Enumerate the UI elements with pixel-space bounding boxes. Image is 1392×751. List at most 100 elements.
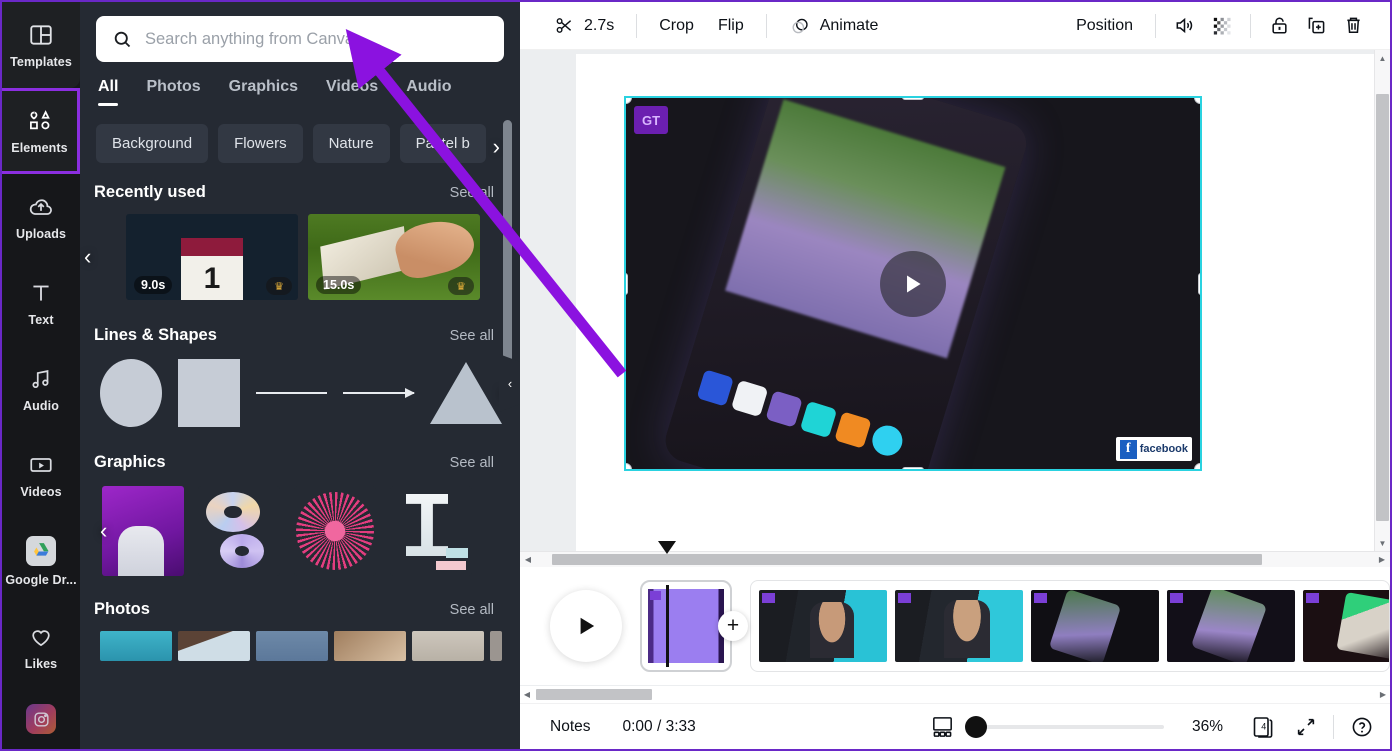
timeline-clip[interactable] [1031,590,1159,662]
sidebar-item-videos[interactable]: Videos [2,432,80,518]
timeline-scroll-thumb[interactable] [536,689,652,700]
tab-videos[interactable]: Videos [326,78,378,106]
graphic-item[interactable] [102,486,184,576]
resize-handle-left[interactable] [626,272,628,295]
clip-playhead [666,585,669,667]
canvas-horizontal-scrollbar[interactable]: ◀ ▶ [520,551,1390,567]
tab-graphics[interactable]: Graphics [229,78,298,106]
chip-pastel[interactable]: Pastel b [399,124,486,163]
see-all-link[interactable]: See all [450,185,494,201]
crop-button[interactable]: Crop [647,11,706,41]
shape-triangle[interactable] [430,362,502,424]
timeline-clip[interactable] [1167,590,1295,662]
trim-button[interactable]: 2.7s [542,9,626,42]
chip-flowers[interactable]: Flowers [218,124,303,163]
see-all-link[interactable]: See all [450,455,494,471]
resize-handle-bottom-left[interactable] [626,463,632,469]
resize-handle-top[interactable] [902,98,924,100]
scroll-right-icon[interactable]: ▶ [1374,552,1390,567]
scroll-left-icon[interactable]: ◀ [520,552,536,567]
add-page-button[interactable]: + [718,611,748,641]
shape-circle[interactable] [100,359,162,427]
timeline-play-button[interactable] [550,590,622,662]
timeline-clip[interactable] [895,590,1023,662]
photo-item[interactable] [334,631,407,661]
resize-handle-bottom[interactable] [902,467,924,469]
scroll-right-icon[interactable]: ▶ [1376,686,1390,703]
scroll-down-icon[interactable]: ▼ [1375,535,1390,551]
shape-square[interactable] [177,359,240,427]
timeline-horizontal-scrollbar[interactable]: ◀ ▶ [520,685,1390,703]
timeline-clip[interactable] [759,590,887,662]
resize-handle-right[interactable] [1198,272,1200,295]
resize-handle-top-left[interactable] [626,98,632,104]
sidebar-item-text[interactable]: Text [2,260,80,346]
volume-button[interactable] [1166,7,1203,44]
chevron-left-icon[interactable]: ‹ [84,244,91,270]
canvas-viewport[interactable]: GT f facebook [520,50,1374,551]
recently-used-item[interactable]: 15.0s ♛ [308,214,480,300]
sidebar-item-elements[interactable]: Elements [2,88,80,174]
page-count-button[interactable]: 4 [1249,713,1277,741]
timeline-clip[interactable] [1303,590,1389,662]
layout-view-button[interactable] [929,714,956,740]
section-header: Graphics See all [94,453,502,472]
recently-used-item[interactable]: 1 9.0s ♛ [126,214,298,300]
photo-item[interactable] [178,631,251,661]
canvas-vertical-scrollbar[interactable]: ▲ ▼ [1374,50,1390,551]
position-button[interactable]: Position [1064,11,1145,41]
tab-audio[interactable]: Audio [406,78,451,106]
tab-photos[interactable]: Photos [146,78,200,106]
photo-item[interactable] [256,631,329,661]
see-all-link[interactable]: See all [450,328,494,344]
selected-video-element[interactable]: GT f facebook [624,96,1202,471]
transparency-button[interactable] [1203,7,1240,44]
photo-item[interactable] [412,631,485,661]
chip-nature[interactable]: Nature [312,124,390,163]
status-bar: Notes 0:00 / 3:33 36% 4 [520,703,1390,749]
photo-item[interactable] [100,631,173,661]
sidebar-item-audio[interactable]: Audio [2,346,80,432]
shape-line[interactable] [255,392,327,394]
sidebar-item-likes[interactable]: Likes [2,604,80,690]
notes-button[interactable]: Notes [550,718,591,736]
scroll-left-icon[interactable]: ◀ [520,686,534,703]
sidebar-item-uploads[interactable]: Uploads [2,174,80,260]
lock-button[interactable] [1261,7,1298,44]
flip-button[interactable]: Flip [706,11,756,41]
photo-item[interactable] [490,631,502,661]
sidebar-item-instagram[interactable] [2,690,80,748]
design-page[interactable]: GT f facebook [576,54,1374,551]
zoom-slider[interactable] [964,715,1164,738]
vertical-scroll-thumb[interactable] [1376,94,1389,521]
graphic-item[interactable] [198,486,280,576]
graphic-item[interactable] [294,486,376,576]
chevron-left-icon[interactable]: ‹ [100,518,107,544]
shape-arrow[interactable] [342,388,416,398]
section-lines-shapes: Lines & Shapes See all › [80,300,520,427]
search-box[interactable] [96,16,504,62]
chevron-right-icon[interactable]: › [493,134,500,160]
search-input[interactable] [145,29,488,49]
sidebar-item-google-drive[interactable]: Google Dr... [2,518,80,604]
help-button[interactable] [1350,715,1374,739]
see-all-link[interactable]: See all [450,602,494,618]
delete-button[interactable] [1335,7,1372,44]
duplicate-button[interactable] [1298,7,1335,44]
resize-handle-bottom-right[interactable] [1194,463,1200,469]
zoom-slider-knob[interactable] [964,715,987,738]
duration-badge: 15.0s [316,276,362,294]
animate-button[interactable]: Animate [777,9,891,43]
sidebar-item-templates[interactable]: Templates [2,2,80,88]
panel-scrollbar[interactable] [503,120,512,375]
scroll-up-icon[interactable]: ▲ [1375,50,1390,66]
playhead-marker[interactable] [658,541,676,554]
video-play-button[interactable] [880,250,946,317]
tab-all[interactable]: All [98,78,119,106]
horizontal-scroll-thumb[interactable] [552,554,1262,565]
chip-background[interactable]: Background [96,124,209,163]
fullscreen-button[interactable] [1295,716,1317,738]
collapse-panel-button[interactable]: ‹ [499,354,520,412]
resize-handle-top-right[interactable] [1194,98,1200,104]
graphic-item[interactable] [390,486,472,576]
